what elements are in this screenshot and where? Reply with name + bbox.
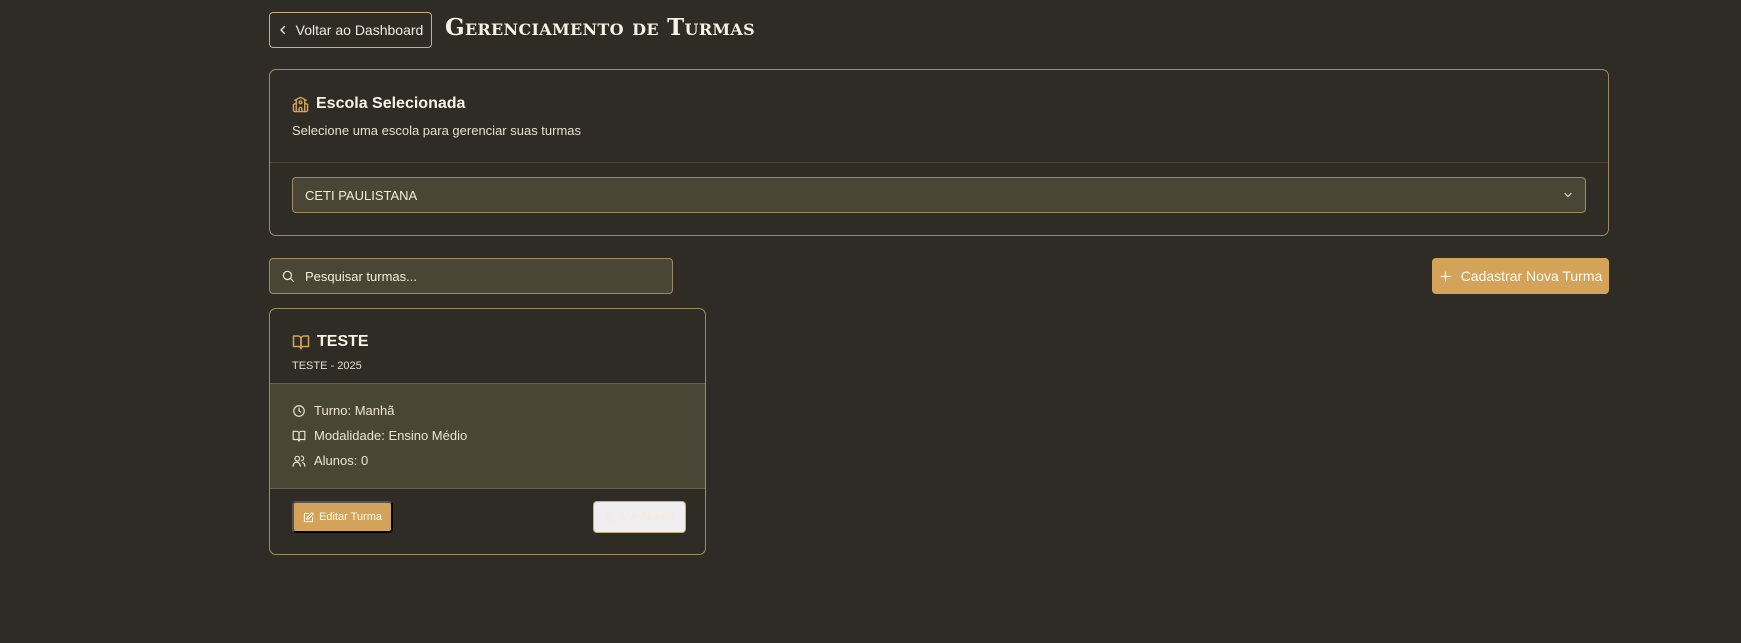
school-card-header: Escola Selecionada Selecione uma escola … [270, 70, 1608, 163]
school-select[interactable]: CETI PAULISTANA [292, 177, 1586, 213]
class-details: Turno: Manhã Modalidade: Ensino Médio Al… [270, 384, 705, 489]
class-shift: Turno: Manhã [314, 403, 395, 418]
class-card: TESTE TESTE - 2025 Turno: Manhã Modalida… [269, 308, 706, 555]
class-name: TESTE [317, 333, 369, 350]
chevron-down-icon [1563, 190, 1573, 200]
edit-class-label: Editar Turma [319, 511, 382, 523]
class-shift-row: Turno: Manhã [292, 398, 683, 423]
view-students-button[interactable]: Ver Alunos [593, 501, 686, 533]
back-to-dashboard-button[interactable]: Voltar ao Dashboard [269, 12, 432, 48]
edit-class-button[interactable]: Editar Turma [292, 501, 393, 533]
plus-icon [1439, 270, 1452, 283]
clock-icon [292, 404, 306, 418]
page-title: Gerenciamento de Turmas [445, 14, 755, 41]
class-subtitle: TESTE - 2025 [292, 360, 362, 372]
class-modality-row: Modalidade: Ensino Médio [292, 423, 683, 448]
back-button-label: Voltar ao Dashboard [295, 22, 424, 38]
chevron-left-icon [278, 25, 288, 35]
users-icon [292, 454, 306, 468]
school-card-description: Selecione uma escola para gerenciar suas… [292, 123, 582, 138]
view-students-label: Ver Alunos [621, 511, 674, 523]
class-students: Alunos: 0 [314, 453, 369, 468]
search-icon [281, 269, 295, 283]
school-select-value: CETI PAULISTANA [305, 187, 418, 203]
search-input[interactable] [305, 268, 661, 284]
school-selection-card: Escola Selecionada Selecione uma escola … [269, 69, 1609, 236]
class-students-row: Alunos: 0 [292, 448, 683, 473]
search-field[interactable] [269, 258, 673, 294]
school-icon [292, 96, 309, 113]
class-modality: Modalidade: Ensino Médio [314, 428, 468, 443]
users-icon [605, 512, 616, 523]
school-card-title: Escola Selecionada [316, 95, 466, 112]
add-class-label: Cadastrar Nova Turma [1460, 268, 1603, 284]
edit-icon [303, 511, 314, 523]
book-open-icon [292, 333, 310, 351]
class-card-footer: Editar Turma Ver Alunos [270, 489, 705, 554]
book-icon [292, 429, 306, 443]
add-class-button[interactable]: Cadastrar Nova Turma [1432, 258, 1609, 294]
class-card-header: TESTE TESTE - 2025 [270, 309, 705, 384]
